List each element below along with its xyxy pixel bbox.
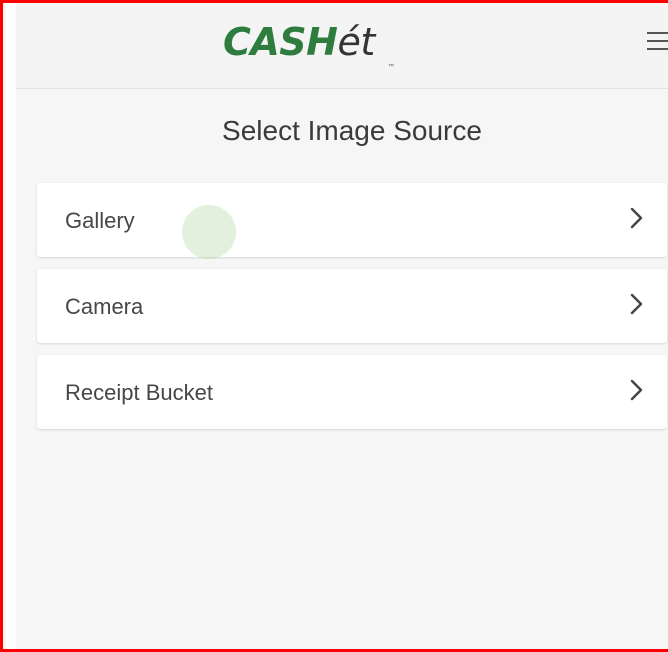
hamburger-menu-icon[interactable] (647, 32, 668, 54)
image-source-list: Gallery Camera Receipt Bucket (37, 183, 667, 441)
source-item-camera[interactable]: Camera (37, 269, 667, 343)
chevron-right-icon (630, 379, 643, 401)
page-title: Select Image Source (222, 115, 482, 146)
logo-accent-text: ét (337, 20, 375, 64)
touch-ripple (182, 205, 236, 259)
menu-bar (647, 32, 668, 34)
main-content: Select Image Source Gallery Camera Recei… (16, 89, 668, 649)
source-item-label: Receipt Bucket (65, 380, 213, 405)
chevron-right-icon (630, 293, 643, 315)
source-item-gallery[interactable]: Gallery (37, 183, 667, 259)
menu-bar (647, 40, 668, 42)
menu-bar (647, 48, 668, 50)
logo-main-text: CASH (223, 20, 338, 64)
chevron-right-icon (630, 207, 643, 229)
frame-edge (6, 3, 16, 649)
screen-frame: CASHét ™ Select Image Source Gallery Cam… (0, 0, 668, 652)
app-header: CASHét ™ (16, 6, 668, 89)
source-item-receipt-bucket[interactable]: Receipt Bucket (37, 355, 667, 429)
cashet-logo[interactable]: CASHét (223, 20, 375, 64)
source-item-label: Camera (65, 294, 144, 319)
logo-trademark: ™ (388, 64, 394, 70)
source-item-label: Gallery (65, 208, 135, 233)
